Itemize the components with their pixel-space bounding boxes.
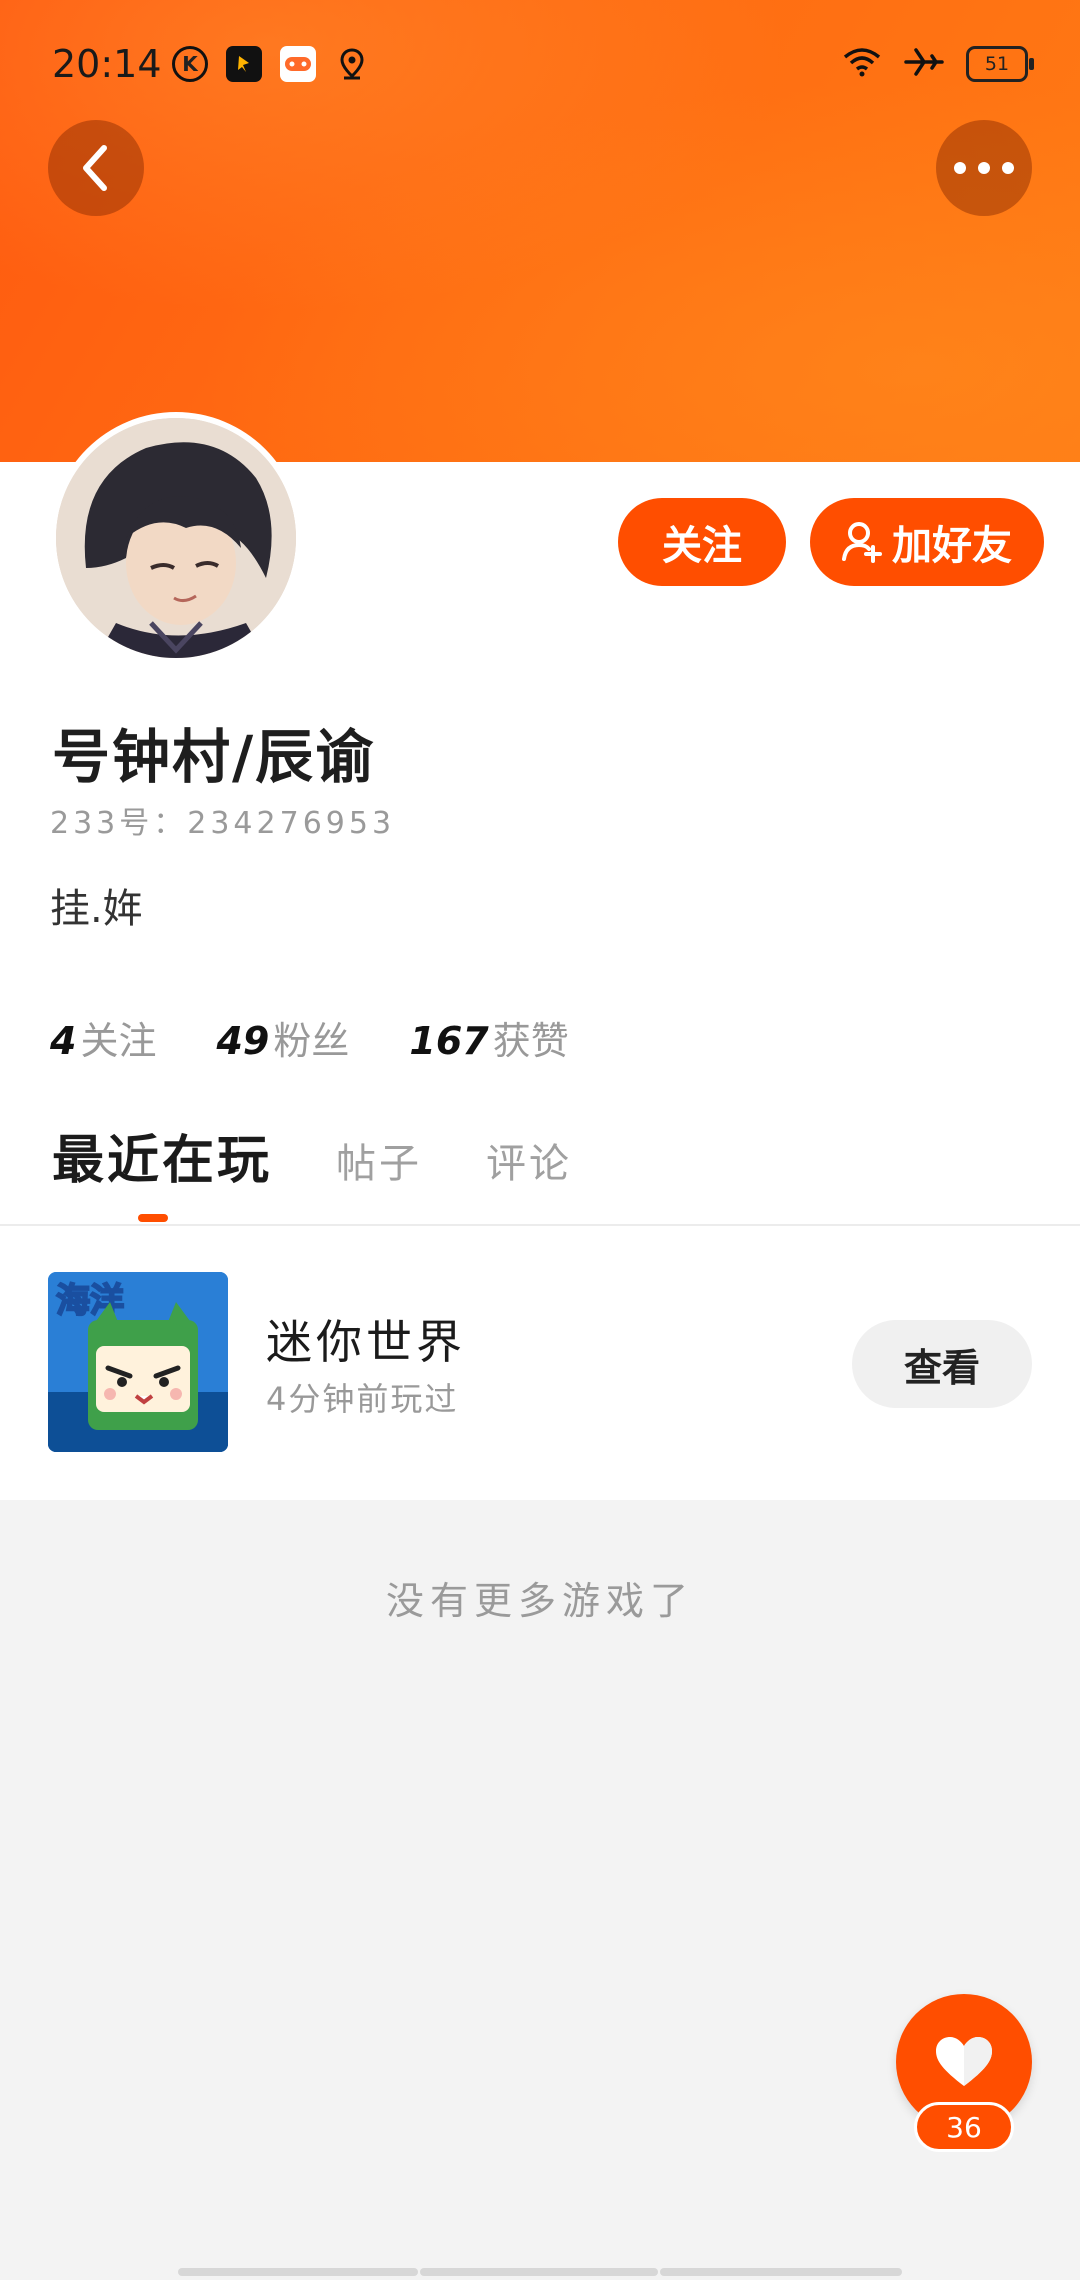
more-button[interactable]	[936, 120, 1032, 216]
like-count-badge: 36	[914, 2102, 1014, 2152]
home-indicator-segment	[178, 2268, 418, 2276]
status-icons-left: K	[172, 46, 370, 82]
add-user-icon	[842, 522, 882, 563]
status-time: 20:14	[52, 42, 162, 86]
bio: 挂.姩	[50, 886, 143, 932]
view-game-button-label: 查看	[903, 1345, 980, 1390]
stat-likes[interactable]: 167 获赞	[409, 1010, 568, 1065]
stat-following-label: 关注	[80, 1019, 157, 1063]
pin-app-icon	[226, 46, 262, 82]
game-last-played: 4分钟前玩过	[266, 1380, 459, 1418]
airplane-icon	[904, 46, 944, 82]
avatar[interactable]	[50, 412, 302, 664]
avatar-image	[56, 418, 296, 658]
follow-button-label: 关注	[662, 523, 742, 569]
tab-posts[interactable]: 帖子	[336, 1131, 422, 1193]
game-app-icon	[280, 46, 316, 82]
stat-likes-label: 获赞	[492, 1019, 569, 1063]
battery-level: 51	[984, 53, 1010, 75]
follow-button[interactable]: 关注	[618, 498, 786, 586]
more-dots-icon	[954, 162, 1014, 174]
like-count: 36	[946, 2110, 982, 2144]
back-button[interactable]	[48, 120, 144, 216]
stat-likes-count: 167	[409, 1019, 489, 1063]
k-app-icon: K	[172, 46, 208, 82]
profile-tabs: 最近在玩 帖子 评论	[52, 1118, 572, 1193]
tab-recent-games[interactable]: 最近在玩	[52, 1118, 272, 1193]
stat-followers-label: 粉丝	[273, 1019, 350, 1063]
game-thumbnail[interactable]: 海洋	[48, 1272, 228, 1452]
status-icons-right: 51	[842, 46, 1034, 82]
location-icon	[334, 46, 370, 82]
chevron-left-icon	[83, 145, 107, 191]
heart-icon	[936, 2037, 992, 2086]
home-indicator-segment	[420, 2268, 658, 2276]
game-title: 迷你世界	[266, 1315, 466, 1369]
home-indicator-segment	[660, 2268, 902, 2276]
wifi-icon	[842, 46, 882, 82]
nickname: 号钟村/辰谕	[52, 723, 376, 791]
add-friend-button[interactable]: 加好友	[810, 498, 1044, 586]
view-game-button[interactable]: 查看	[852, 1320, 1032, 1408]
add-friend-button-label: 加好友	[892, 523, 1012, 569]
no-more-games-text: 没有更多游戏了	[385, 1579, 694, 1623]
stat-followers-count: 49	[216, 1019, 270, 1063]
tab-comments[interactable]: 评论	[486, 1131, 572, 1193]
stat-following-count: 4	[50, 1019, 77, 1063]
stat-following[interactable]: 4 关注	[50, 1010, 156, 1065]
battery-icon: 51	[966, 46, 1034, 82]
stat-followers[interactable]: 49 粉丝	[216, 1010, 349, 1065]
stats-row: 4 关注 49 粉丝 167 获赞	[50, 1010, 569, 1065]
user-id[interactable]: 233号：234276953	[50, 798, 395, 842]
tab-indicator	[138, 1214, 168, 1222]
